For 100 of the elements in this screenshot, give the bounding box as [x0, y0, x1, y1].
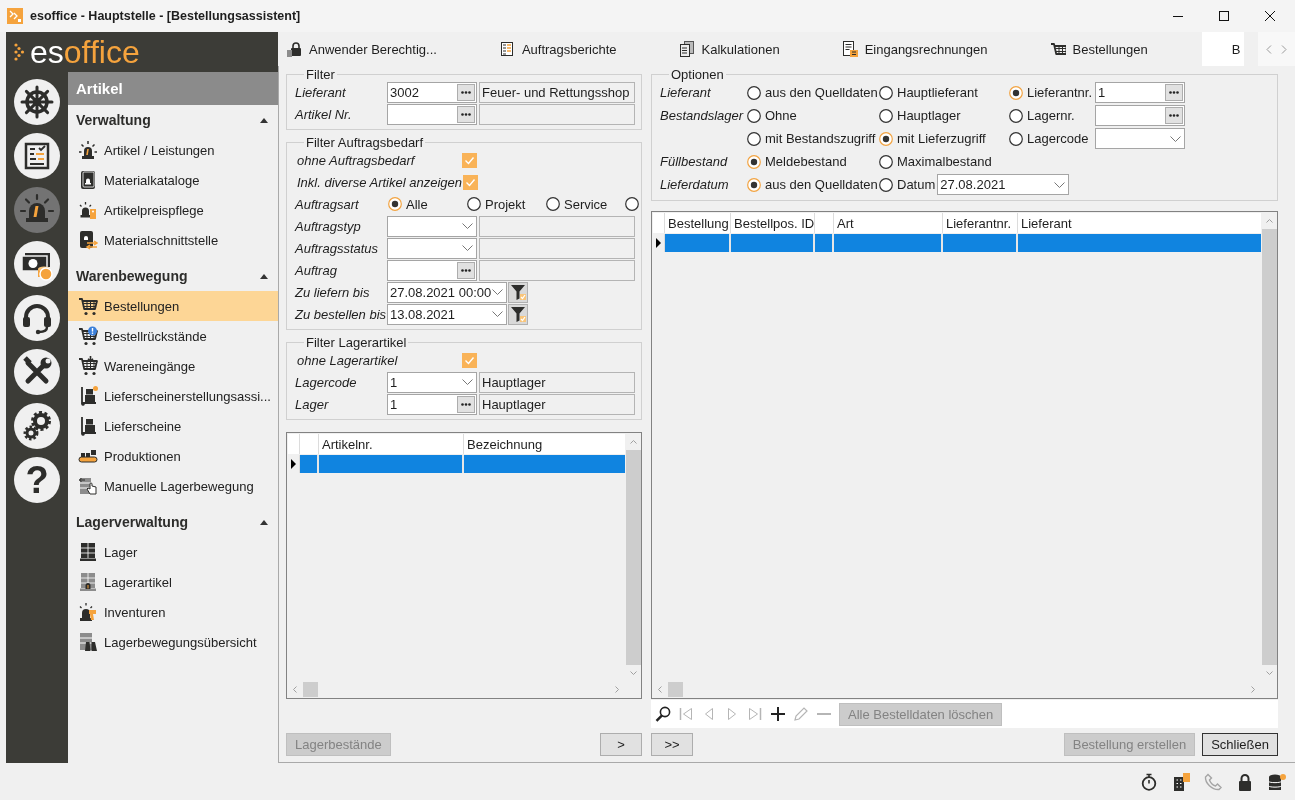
scrollbar-thumb[interactable] [303, 682, 318, 697]
tab[interactable]: Anwender Berechtig... [278, 32, 491, 66]
nav-item[interactable]: Lagerbewegungsübersicht [68, 627, 278, 657]
radio-option[interactable]: Hauptlieferant [879, 85, 978, 100]
nav-item[interactable]: Bestellrückstände [68, 321, 278, 351]
radio-option[interactable]: mit Lieferzugriff [879, 131, 986, 146]
nav-item[interactable]: Lagerartikel [68, 567, 278, 597]
input-field[interactable] [387, 259, 477, 281]
lookup-button[interactable] [457, 261, 475, 279]
section-header[interactable]: Lagerverwaltung [68, 507, 278, 537]
dropdown-field[interactable]: 13.08.2021 [387, 303, 507, 325]
nav-item[interactable]: Wareneingänge [68, 351, 278, 381]
lookup-button[interactable] [457, 105, 475, 123]
dropdown-field[interactable] [1095, 128, 1185, 149]
scroll-right-icon[interactable] [615, 686, 619, 693]
radio-option[interactable]: Ohne [747, 108, 797, 123]
scrollbar-thumb[interactable] [625, 450, 641, 665]
tab[interactable]: B [1201, 32, 1245, 66]
column-header[interactable]: Bezeichnung [464, 434, 625, 454]
column-header[interactable]: Bestellpos. ID [731, 213, 815, 233]
money-coins-icon[interactable] [14, 241, 60, 287]
dropdown-field[interactable]: 27.08.2021 [937, 174, 1070, 195]
checkbox[interactable] [463, 174, 478, 190]
lookup-button[interactable] [1165, 107, 1183, 124]
column-header[interactable]: Art [834, 213, 943, 233]
button[interactable]: Schließen [1202, 733, 1278, 756]
gears-icon[interactable] [14, 403, 60, 449]
padlock-icon[interactable] [1236, 772, 1254, 791]
input-field[interactable]: 1 [387, 393, 477, 415]
lookup-button[interactable] [457, 395, 475, 413]
scroll-down-icon[interactable] [629, 671, 637, 675]
input-field[interactable]: 3002 [387, 81, 477, 103]
nav-item[interactable]: Bestellungen [68, 291, 278, 321]
input-field[interactable] [1095, 105, 1185, 126]
column-header[interactable]: Lieferantnr. [943, 213, 1018, 233]
column-header[interactable]: Artikelnr. [319, 434, 464, 454]
nav-item[interactable]: Produktionen [68, 441, 278, 471]
dropdown-field[interactable] [387, 237, 477, 259]
radio-option[interactable]: Service [546, 196, 625, 212]
radio-option[interactable]: Hauptlager [879, 108, 961, 123]
search-icon[interactable] [655, 706, 671, 722]
lookup-button[interactable] [457, 83, 475, 101]
checklist-board-icon[interactable] [14, 133, 60, 179]
close-icon[interactable] [1265, 11, 1275, 21]
lookup-button[interactable] [1165, 84, 1183, 101]
plus-icon[interactable] [770, 706, 786, 722]
siren-icon[interactable] [14, 187, 60, 233]
radio-option[interactable]: Lagercode [1009, 131, 1093, 146]
tab[interactable]: Eingangsrechnungen [833, 32, 1042, 66]
dropdown-field[interactable]: 1 [387, 371, 477, 393]
headset-icon[interactable] [14, 295, 60, 341]
radio-option[interactable]: aus den Quelldaten [747, 85, 878, 100]
radio-option[interactable]: mit Bestandszugriff [747, 131, 876, 146]
radio-option[interactable]: aus den Quelldaten [747, 177, 878, 192]
tab[interactable]: Bestellungen [1041, 32, 1202, 66]
help-button[interactable]: ? [14, 457, 60, 503]
button[interactable]: > [600, 733, 642, 756]
dropdown-field[interactable] [387, 215, 477, 237]
button[interactable]: >> [651, 733, 693, 756]
radio-option[interactable]: Lieferantnr. [1009, 85, 1093, 100]
scroll-down-icon[interactable] [1265, 671, 1273, 675]
scroll-left-icon[interactable] [658, 686, 662, 693]
tools-icon[interactable] [14, 349, 60, 395]
nav-item[interactable]: Materialkataloge [68, 165, 278, 195]
chevron-left-icon[interactable] [1266, 44, 1272, 54]
nav-item[interactable]: Inventuren [68, 597, 278, 627]
nav-item[interactable]: Artikel / Leistungen [68, 135, 278, 165]
checkbox[interactable] [462, 352, 477, 368]
maximize-icon[interactable] [1219, 11, 1229, 21]
radio-icon[interactable] [625, 196, 639, 211]
nav-item[interactable]: Lager [68, 537, 278, 567]
scroll-up-icon[interactable] [629, 440, 637, 444]
building-icon[interactable] [1172, 772, 1190, 791]
filter-button[interactable] [508, 303, 528, 325]
radio-option[interactable]: Lagernr. [1009, 108, 1093, 123]
checkbox[interactable] [462, 152, 477, 168]
section-header[interactable]: Warenbewegung [68, 261, 278, 291]
dropdown-field[interactable]: 27.08.2021 00:00 [387, 281, 507, 303]
column-header[interactable]: Lieferant [1018, 213, 1261, 233]
scrollbar-thumb[interactable] [668, 682, 683, 697]
nav-item[interactable]: Artikelpreispflege [68, 195, 278, 225]
tab[interactable]: Auftragsberichte [490, 32, 671, 66]
input-field[interactable]: 1 [1095, 82, 1185, 103]
filter-button[interactable] [508, 281, 528, 303]
stopwatch-icon[interactable] [1140, 772, 1158, 791]
radio-option[interactable]: Datum [879, 177, 936, 192]
nav-item[interactable]: Materialschnittstelle [68, 225, 278, 255]
radio-option[interactable]: Maximalbestand [879, 154, 992, 169]
nav-item[interactable]: Lieferscheinerstellungsassi... [68, 381, 278, 411]
chevron-right-icon[interactable] [1281, 44, 1287, 54]
radio-option[interactable]: Alle [388, 196, 467, 212]
input-field[interactable] [387, 103, 477, 125]
section-header[interactable]: Verwaltung [68, 105, 278, 135]
nav-item[interactable]: Manuelle Lagerbewegung [68, 471, 278, 501]
scroll-right-icon[interactable] [1251, 686, 1255, 693]
radio-option[interactable]: Projekt [467, 196, 546, 212]
radio-option[interactable]: Meldebestand [747, 154, 847, 169]
nav-item[interactable]: Lieferscheine [68, 411, 278, 441]
database-icon[interactable] [1268, 772, 1286, 791]
scroll-left-icon[interactable] [293, 686, 297, 693]
